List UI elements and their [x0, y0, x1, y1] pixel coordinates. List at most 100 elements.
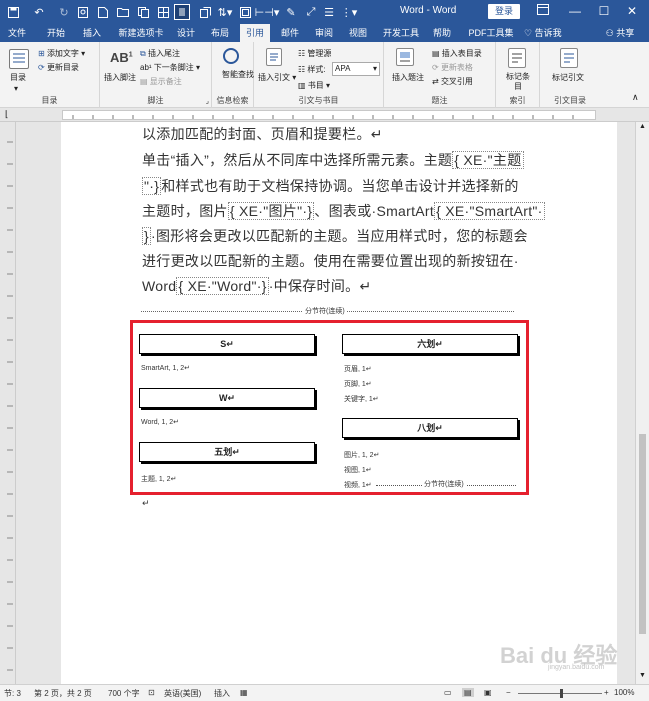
tab-references[interactable]: 引用 — [240, 24, 270, 42]
smart-lookup-button[interactable]: 智能查找 — [222, 70, 254, 80]
manage-sources-button[interactable]: ☷ 管理源 — [298, 48, 331, 59]
pages-icon[interactable] — [198, 4, 212, 20]
tab-selector-icon[interactable]: ⌊ — [5, 109, 9, 120]
xe-field-smartart[interactable]: { XE·"SmartArt"· — [434, 202, 545, 220]
status-words[interactable]: 700 个字 — [108, 688, 140, 699]
mark-entry-button[interactable]: 标记条目 — [506, 72, 530, 92]
zoom-slider-handle[interactable] — [560, 689, 563, 698]
insert-caption-button[interactable]: 插入题注 — [392, 72, 424, 83]
toc-dropdown-icon[interactable]: ▾ — [14, 84, 18, 93]
xe-field-word[interactable]: { XE·"Word"·} — [176, 277, 269, 295]
tab-pdf-tools[interactable]: PDF工具集 — [466, 24, 516, 42]
login-button[interactable]: 登录 — [488, 4, 520, 19]
zoom-out-icon[interactable]: − — [506, 688, 511, 697]
status-language[interactable]: 英语(美国) — [164, 688, 201, 699]
list-icon[interactable]: ☰ — [322, 4, 336, 20]
ribbon-display-icon[interactable] — [534, 4, 552, 18]
insert-footnote-button[interactable]: 插入脚注 — [104, 72, 136, 83]
xe-field-theme-end[interactable]: "·} — [142, 177, 162, 195]
tab-view[interactable]: 视图 — [346, 24, 370, 42]
grid-icon[interactable] — [156, 4, 170, 20]
tab-new[interactable]: 新建选项卡 — [116, 24, 166, 42]
status-page[interactable]: 第 2 页，共 2 页 — [34, 688, 92, 699]
paragraph-line-6: 进行更改以匹配新的主题。使用在需要位置出现的新按钮在· — [142, 253, 519, 269]
paragraph-line-4: 主题时，图片{ XE·"图片"·} 、图表或·SmartArt{ XE·"Smar… — [142, 201, 545, 221]
tab-developer[interactable]: 开发工具 — [381, 24, 421, 42]
paragraph-line-5: } ·图形将会更改以匹配新的主题。当应用样式时，您的标题会 — [142, 226, 528, 246]
maximize-icon[interactable]: ☐ — [595, 4, 613, 18]
proofing-icon[interactable]: ⊡ — [148, 688, 155, 697]
mark-citation-button[interactable]: 标记引文 — [552, 72, 584, 83]
new-doc-icon[interactable] — [96, 4, 110, 20]
columns-icon[interactable]: ⇅▾ — [216, 4, 234, 20]
tab-mailings[interactable]: 邮件 — [278, 24, 302, 42]
document-view-icon[interactable] — [174, 4, 190, 20]
read-mode-icon[interactable]: ▭ — [444, 688, 452, 697]
line7-text-a: Word — [142, 278, 177, 294]
expand-icon[interactable]: ⤢ — [304, 4, 318, 20]
zoom-in-icon[interactable]: + — [604, 688, 609, 697]
margins-icon[interactable] — [238, 4, 252, 20]
toc-button[interactable]: 目录 — [10, 72, 26, 83]
footnote-dialog-launcher-icon[interactable]: ⌟ — [206, 97, 209, 105]
share-button[interactable]: ⚇ 共享 — [600, 24, 640, 42]
cross-reference-icon: ⇄ — [432, 77, 439, 86]
scroll-thumb[interactable] — [639, 434, 646, 634]
status-insert-mode[interactable]: 插入 — [214, 688, 230, 699]
tab-design[interactable]: 设计 — [174, 24, 198, 42]
cursor-paragraph-mark[interactable]: ↵ — [142, 498, 150, 509]
tab-tell-me[interactable]: ♡ 告诉我 — [524, 24, 574, 42]
add-text-button[interactable]: ⊞ 添加文字 ▾ — [38, 48, 85, 59]
vertical-ruler[interactable] — [0, 122, 16, 684]
close-icon[interactable]: ✕ — [623, 4, 641, 18]
index-entry-video: 视频, 1↵ — [344, 482, 372, 489]
insert-citation-button[interactable]: 插入引文 ▾ — [258, 72, 296, 83]
title-bar: ↶ ↻ ⇅▾ ⊢⊣▾ ✎ ⤢ ☰ ⋮▾ Word - Word 登录 — ☐ ✕ — [0, 0, 649, 24]
print-layout-icon[interactable]: ▤ — [462, 688, 474, 697]
insert-endnote-button[interactable]: ⧉ 插入尾注 — [140, 48, 180, 59]
web-layout-icon[interactable]: ▣ — [484, 688, 492, 697]
tab-home[interactable]: 开始 — [44, 24, 68, 42]
open-folder-icon[interactable] — [116, 4, 130, 20]
next-footnote-button[interactable]: ab¹ 下一条脚注 ▾ — [140, 62, 200, 73]
zoom-level[interactable]: 100% — [614, 688, 634, 697]
tab-insert[interactable]: 插入 — [80, 24, 104, 42]
print-preview-icon[interactable] — [76, 4, 90, 20]
xe-field-picture[interactable]: { XE·"图片"·} — [227, 202, 315, 220]
scroll-up-icon[interactable]: ▲ — [639, 123, 646, 130]
redo-icon[interactable]: ↻ — [58, 4, 70, 20]
style-select[interactable]: APA ▾ — [332, 62, 380, 76]
table-of-figures-icon: ▤ — [432, 49, 440, 58]
mark-entry-icon — [508, 48, 526, 68]
customize-toolbar-icon[interactable]: ⋮▾ — [340, 4, 358, 20]
group-authorities: 标记引文 引文目录 — [540, 42, 600, 108]
vertical-scrollbar[interactable]: ▲ ▼ — [635, 122, 649, 684]
bibliography-button[interactable]: ▥ 书目 ▾ — [298, 80, 330, 91]
copy-icon[interactable] — [136, 4, 150, 20]
cross-reference-button[interactable]: ⇄ 交叉引用 — [432, 76, 473, 87]
horizontal-ruler[interactable]: ⌊ — [0, 108, 649, 122]
group-label-captions: 题注 — [431, 96, 448, 105]
macro-record-icon[interactable]: ▦ — [240, 688, 248, 697]
xe-field-smartart-end[interactable]: } — [142, 227, 151, 245]
tab-review[interactable]: 审阅 — [312, 24, 336, 42]
spacing-icon[interactable]: ⊢⊣▾ — [255, 4, 280, 20]
save-icon[interactable] — [6, 4, 20, 20]
xe-field-theme[interactable]: { XE·"主题 — [452, 151, 524, 169]
undo-icon[interactable]: ↶ — [30, 4, 48, 20]
paragraph-line-1: 以添加匹配的封面、页眉和提要栏。↵ — [142, 126, 383, 142]
status-section[interactable]: 节: 3 — [4, 688, 21, 699]
insert-table-of-figures-button[interactable]: ▤ 插入表目录 — [432, 48, 482, 59]
minimize-icon[interactable]: — — [566, 4, 584, 18]
collapse-ribbon-icon[interactable]: ∧ — [632, 92, 639, 103]
tab-file[interactable]: 文件 — [6, 24, 28, 42]
update-table-button[interactable]: ⟳ 更新表格 — [432, 62, 473, 73]
tab-layout[interactable]: 布局 — [208, 24, 232, 42]
show-notes-button[interactable]: ▤ 显示备注 — [140, 76, 182, 87]
update-toc-button[interactable]: ⟳ 更新目录 — [38, 62, 79, 73]
manage-sources-label: 管理源 — [307, 49, 332, 58]
group-label-footnotes: 脚注 — [147, 96, 164, 105]
scroll-down-icon[interactable]: ▼ — [639, 672, 646, 679]
tab-help[interactable]: 帮助 — [430, 24, 454, 42]
insert-text-icon[interactable]: ✎ — [284, 4, 298, 20]
